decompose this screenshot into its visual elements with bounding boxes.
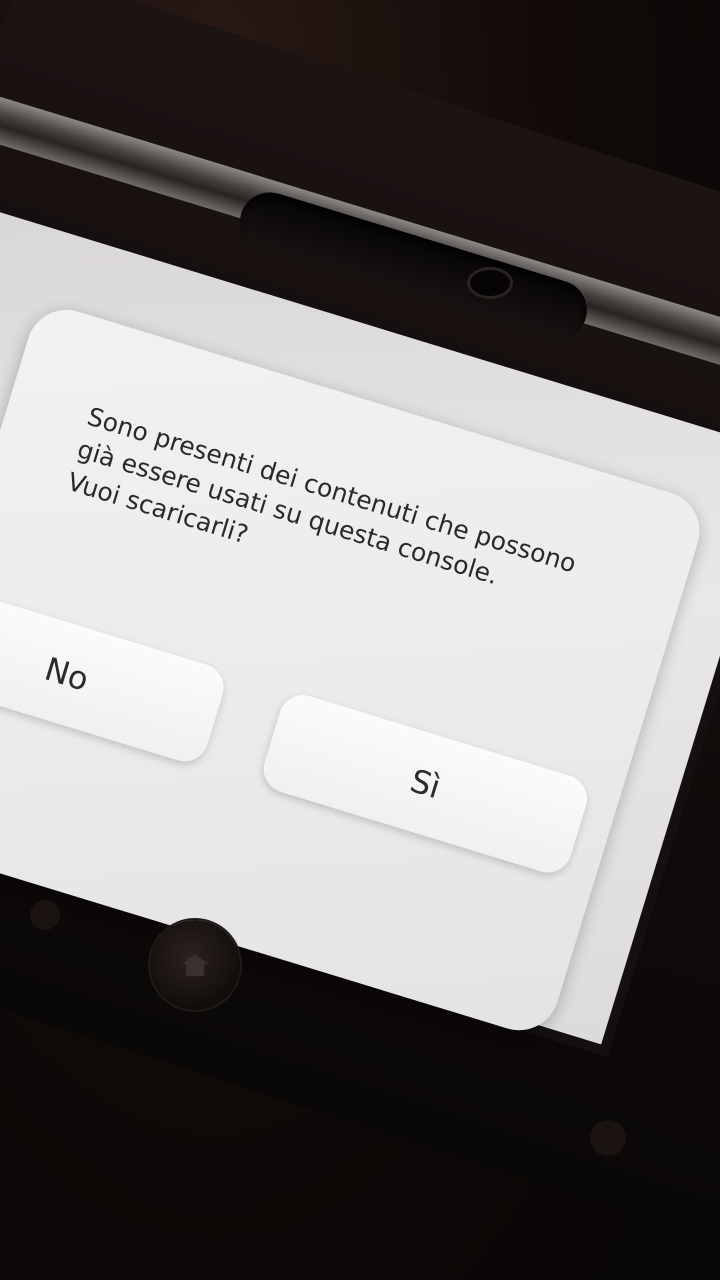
hardware-button[interactable] (590, 1120, 626, 1156)
no-button[interactable]: No (0, 581, 230, 768)
home-button[interactable] (150, 920, 240, 1010)
home-icon (182, 954, 208, 976)
yes-button-label: Sì (405, 761, 445, 807)
photo-scene: Sono presenti dei contenuti che possono … (0, 0, 720, 1280)
led-indicator (30, 900, 60, 930)
no-button-label: No (40, 649, 94, 699)
yes-button[interactable]: Sì (257, 689, 594, 879)
front-camera (470, 270, 510, 296)
